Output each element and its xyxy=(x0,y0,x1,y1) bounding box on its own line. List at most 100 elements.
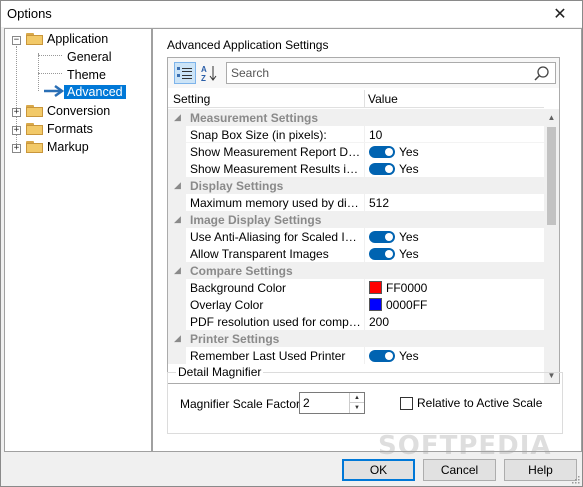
tree-item-general[interactable]: General xyxy=(67,50,111,64)
cancel-button[interactable]: Cancel xyxy=(423,459,496,481)
toggle-switch[interactable] xyxy=(369,248,395,260)
tree-item-theme[interactable]: Theme xyxy=(67,68,106,82)
tree-item-application[interactable]: Application xyxy=(47,32,108,46)
resize-grip-icon[interactable] xyxy=(570,474,580,484)
spin-down-icon[interactable]: ▼ xyxy=(350,403,364,413)
property-row[interactable]: PDF resolution used for compare 200 xyxy=(168,313,544,330)
property-name: Maximum memory used by display ... xyxy=(190,196,362,210)
property-row[interactable]: Remember Last Used Printer Yes xyxy=(168,347,544,364)
options-dialog: Options ✕ − Application General Theme Ad… xyxy=(0,0,583,487)
relative-scale-checkbox[interactable] xyxy=(400,396,413,410)
spin-up-icon[interactable]: ▲ xyxy=(350,393,364,403)
property-name: Allow Transparent Images xyxy=(190,247,329,261)
svg-text:Z: Z xyxy=(201,74,206,82)
folder-icon xyxy=(26,104,43,117)
collapse-triangle-icon[interactable]: ◢ xyxy=(174,265,181,276)
property-value: 0000FF xyxy=(386,298,428,312)
property-row[interactable]: Show Measurement Results in a T... Yes xyxy=(168,160,544,177)
tree-item-conversion[interactable]: Conversion xyxy=(47,104,110,118)
tree-line xyxy=(38,55,62,56)
column-separator xyxy=(364,194,365,211)
property-value[interactable]: 10 xyxy=(369,128,382,142)
row-gutter xyxy=(168,160,186,177)
column-separator xyxy=(364,160,365,177)
property-row[interactable]: Snap Box Size (in pixels): 10 xyxy=(168,126,544,143)
relative-scale-label: Relative to Active Scale xyxy=(417,396,543,410)
toggle-switch[interactable] xyxy=(369,146,395,158)
color-swatch[interactable] xyxy=(369,281,382,294)
column-separator xyxy=(364,228,365,245)
category-row[interactable]: ◢ Printer Settings xyxy=(168,330,544,347)
row-gutter xyxy=(168,143,186,160)
column-separator xyxy=(364,347,365,364)
toggle-switch[interactable] xyxy=(369,231,395,243)
alphabetical-view-button[interactable]: A Z xyxy=(198,62,220,84)
ok-button[interactable]: OK xyxy=(342,459,415,481)
category-label: Compare Settings xyxy=(190,264,293,278)
property-name: Use Anti-Aliasing for Scaled Images xyxy=(190,230,362,244)
column-separator xyxy=(364,313,365,330)
category-row[interactable]: ◢ Compare Settings xyxy=(168,262,544,279)
category-row[interactable]: ◢ Measurement Settings xyxy=(168,109,544,126)
group-legend: Detail Magnifier xyxy=(176,365,264,379)
tree-item-advanced[interactable]: Advanced xyxy=(64,85,126,99)
scale-factor-spinner: ▲ ▼ xyxy=(299,392,365,414)
arrow-right-icon xyxy=(44,84,65,98)
tree-line xyxy=(38,73,62,74)
property-value: Yes xyxy=(399,247,419,261)
tree-item-markup[interactable]: Markup xyxy=(47,140,89,154)
close-icon[interactable]: ✕ xyxy=(538,1,582,27)
collapse-triangle-icon[interactable]: ◢ xyxy=(174,214,181,225)
row-gutter xyxy=(168,228,186,245)
expand-icon[interactable]: + xyxy=(12,144,21,153)
collapse-triangle-icon[interactable]: ◢ xyxy=(174,180,181,191)
expand-icon[interactable]: + xyxy=(12,108,21,117)
property-name: Show Measurement Results in a T... xyxy=(190,162,362,176)
scroll-thumb[interactable] xyxy=(547,127,556,225)
svg-text:A: A xyxy=(201,65,207,74)
color-swatch[interactable] xyxy=(369,298,382,311)
property-row[interactable]: Overlay Color 0000FF xyxy=(168,296,544,313)
row-gutter xyxy=(168,126,186,143)
property-row[interactable]: Show Measurement Report Dialog Yes xyxy=(168,143,544,160)
collapse-icon[interactable]: − xyxy=(12,36,21,45)
property-value[interactable]: 512 xyxy=(369,196,389,210)
property-row[interactable]: Background Color FF0000 xyxy=(168,279,544,296)
watermark: SOFTPEDIA xyxy=(378,431,552,461)
expand-icon[interactable]: + xyxy=(12,126,21,135)
search-input[interactable] xyxy=(231,66,531,80)
search-icon[interactable] xyxy=(533,65,551,83)
property-row[interactable]: Allow Transparent Images Yes xyxy=(168,245,544,262)
property-value: Yes xyxy=(399,349,419,363)
relative-scale-option[interactable]: Relative to Active Scale xyxy=(400,396,542,410)
scale-factor-label: Magnifier Scale Factor: xyxy=(180,397,304,411)
vertical-scrollbar[interactable]: ▲ ▼ xyxy=(544,109,559,383)
search-box xyxy=(226,62,556,84)
property-row[interactable]: Maximum memory used by display ... 512 xyxy=(168,194,544,211)
row-gutter xyxy=(168,194,186,211)
property-value[interactable]: 200 xyxy=(369,315,389,329)
collapse-triangle-icon[interactable]: ◢ xyxy=(174,333,181,344)
categorized-view-button[interactable] xyxy=(174,62,196,84)
category-row[interactable]: ◢ Image Display Settings xyxy=(168,211,544,228)
column-separator xyxy=(364,245,365,262)
column-separator xyxy=(364,90,365,108)
toggle-switch[interactable] xyxy=(369,163,395,175)
category-row[interactable]: ◢ Display Settings xyxy=(168,177,544,194)
help-button[interactable]: Help xyxy=(504,459,577,481)
property-row[interactable]: Use Anti-Aliasing for Scaled Images Yes xyxy=(168,228,544,245)
property-value: Yes xyxy=(399,230,419,244)
scale-factor-input[interactable] xyxy=(303,396,347,410)
scroll-up-icon[interactable]: ▲ xyxy=(544,109,559,125)
tree-item-formats[interactable]: Formats xyxy=(47,122,93,136)
property-grid: A Z Setting Value xyxy=(167,57,560,384)
toggle-switch[interactable] xyxy=(369,350,395,362)
title-bar: Options ✕ xyxy=(1,1,582,27)
window-title: Options xyxy=(7,6,52,21)
collapse-triangle-icon[interactable]: ◢ xyxy=(174,112,181,123)
settings-panel: Advanced Application Settings A Z Search… xyxy=(152,28,582,452)
column-header-value: Value xyxy=(368,92,398,106)
spinner-arrows: ▲ ▼ xyxy=(349,393,364,413)
folder-icon xyxy=(26,140,43,153)
row-gutter xyxy=(168,279,186,296)
